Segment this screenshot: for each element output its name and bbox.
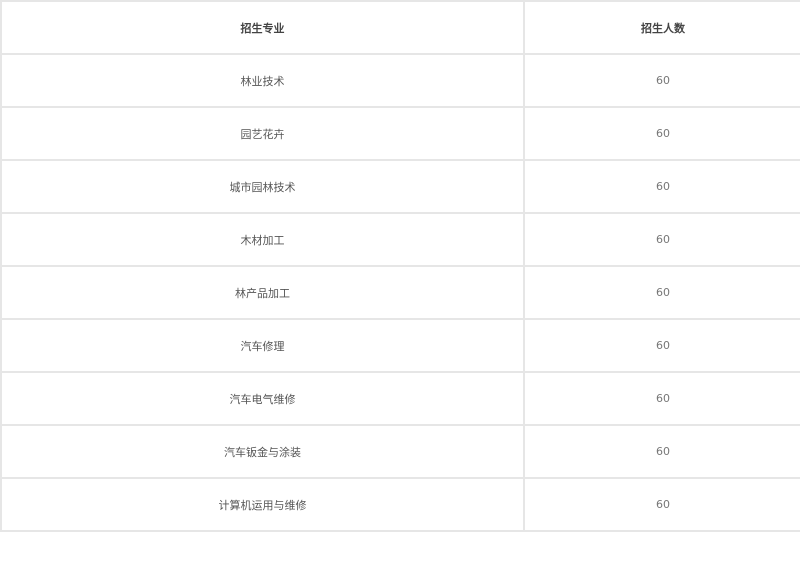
cell-major: 林产品加工 xyxy=(0,265,525,320)
table-row: 园艺花卉 60 xyxy=(0,106,800,161)
table-row: 林产品加工 60 xyxy=(0,265,800,320)
cell-major: 汽车钣金与涂装 xyxy=(0,424,525,479)
table-row: 林业技术 60 xyxy=(0,53,800,108)
table-row: 城市园林技术 60 xyxy=(0,159,800,214)
cell-major: 木材加工 xyxy=(0,212,525,267)
table-row: 汽车钣金与涂装 60 xyxy=(0,424,800,479)
cell-count: 60 xyxy=(523,53,800,108)
cell-major: 城市园林技术 xyxy=(0,159,525,214)
header-major: 招生专业 xyxy=(0,0,525,55)
table-body: 林业技术 60 园艺花卉 60 城市园林技术 60 木材加工 60 林产品加工 … xyxy=(0,53,800,532)
header-count: 招生人数 xyxy=(523,0,800,55)
cell-count: 60 xyxy=(523,318,800,373)
table-row: 木材加工 60 xyxy=(0,212,800,267)
table-row: 汽车修理 60 xyxy=(0,318,800,373)
cell-major: 林业技术 xyxy=(0,53,525,108)
table-row: 汽车电气维修 60 xyxy=(0,371,800,426)
cell-count: 60 xyxy=(523,212,800,267)
cell-count: 60 xyxy=(523,159,800,214)
cell-major: 计算机运用与维修 xyxy=(0,477,525,532)
cell-count: 60 xyxy=(523,371,800,426)
cell-major: 园艺花卉 xyxy=(0,106,525,161)
admissions-table: 招生专业 招生人数 林业技术 60 园艺花卉 60 城市园林技术 60 木材加工… xyxy=(0,0,800,532)
table-row: 计算机运用与维修 60 xyxy=(0,477,800,532)
cell-count: 60 xyxy=(523,106,800,161)
cell-count: 60 xyxy=(523,265,800,320)
table-header: 招生专业 招生人数 xyxy=(0,0,800,55)
cell-major: 汽车电气维修 xyxy=(0,371,525,426)
cell-count: 60 xyxy=(523,477,800,532)
cell-major: 汽车修理 xyxy=(0,318,525,373)
table-header-row: 招生专业 招生人数 xyxy=(0,0,800,55)
cell-count: 60 xyxy=(523,424,800,479)
